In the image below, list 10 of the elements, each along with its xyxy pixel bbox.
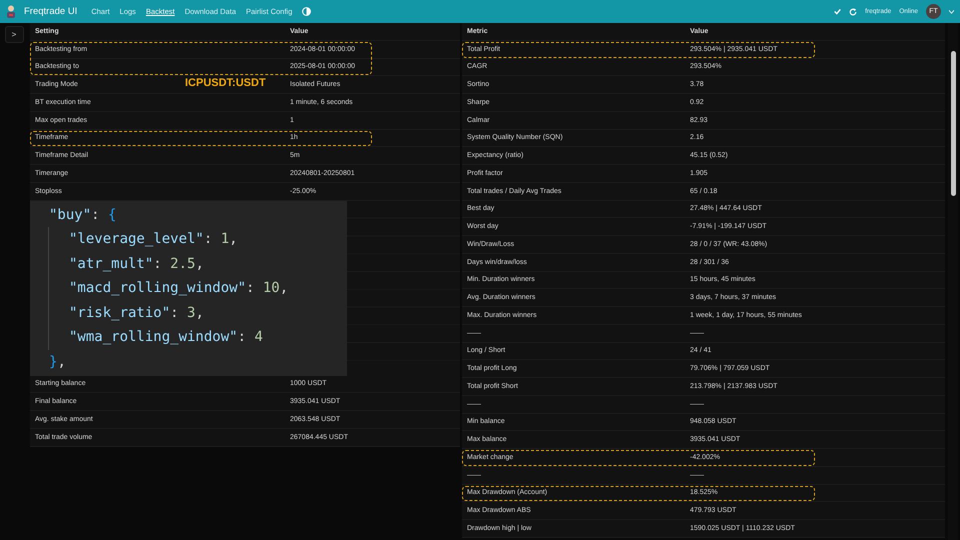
- refresh-icon[interactable]: [849, 8, 858, 16]
- sidebar-toggle-button[interactable]: >: [4, 26, 24, 43]
- annotation-text: ICPUSDT:USDT: [185, 77, 266, 90]
- caret-icon[interactable]: [949, 10, 954, 14]
- code-snippet: "buy": { "leverage_level": 1, "atr_mult": 2.5, "macd_rolling_window": 10, "risk_ratio": 3, "wma_rolling_window": 4 },: [30, 200, 347, 376]
- theme-toggle-icon[interactable]: [302, 7, 312, 16]
- check-icon[interactable]: [834, 8, 842, 15]
- scrollbar[interactable]: [948, 23, 958, 540]
- app-title[interactable]: Freqtrade UI: [24, 6, 78, 17]
- robot-logo-icon: [6, 4, 16, 18]
